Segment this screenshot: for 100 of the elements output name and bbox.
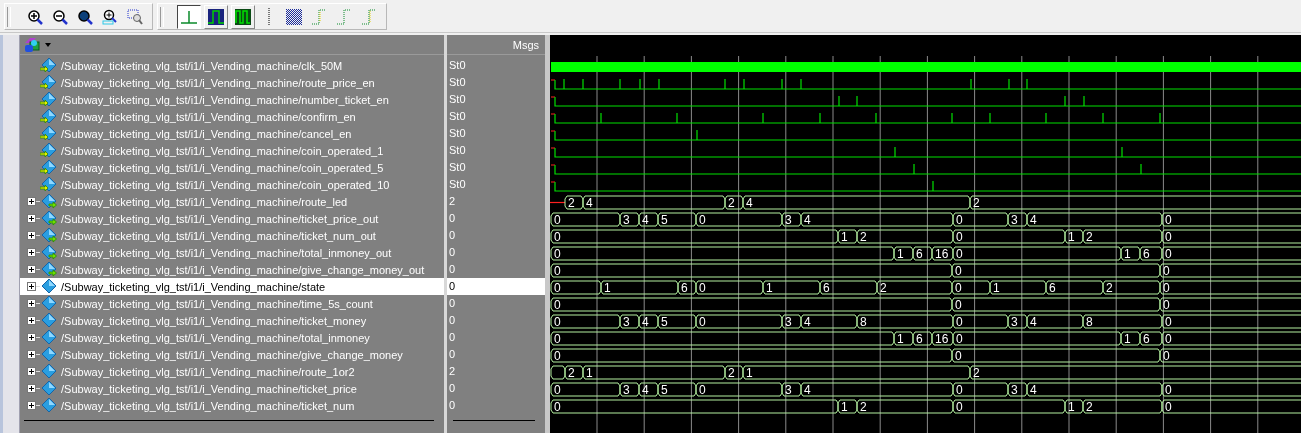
bus-value: 1 <box>993 281 1000 295</box>
bus-value: 5 <box>661 383 668 397</box>
signal-row[interactable]: /Subway_ticketing_vlg_tst/i1/i_Vending_machine/give_change_money <box>20 346 444 363</box>
zoom-in-icon <box>102 8 118 25</box>
signal-row[interactable]: /Subway_ticketing_vlg_tst/i1/i_Vending_machine/ticket_num <box>20 397 444 414</box>
bus-value: 1 <box>766 281 773 295</box>
bus-value: 3 <box>785 315 792 329</box>
diamond-arrow-icon <box>40 143 57 158</box>
signal-value: 0 <box>448 211 457 226</box>
signal-row[interactable]: /Subway_ticketing_vlg_tst/i1/i_Vending_machine/time_5s_count <box>20 295 444 312</box>
signal-row[interactable]: /Subway_ticketing_vlg_tst/i1/i_Vending_machine/number_ticket_en <box>20 91 444 108</box>
layers-icon <box>24 36 42 53</box>
bus-value: 1 <box>1124 247 1131 261</box>
bus-value: 4 <box>642 315 649 329</box>
signal-row[interactable]: /Subway_ticketing_vlg_tst/i1/i_Vending_machine/confirm_en <box>20 108 444 125</box>
signal-row[interactable]: /Subway_ticketing_vlg_tst/i1/i_Vending_machine/coin_operated_1 <box>20 142 444 159</box>
signal-value: St0 <box>448 92 467 107</box>
expand-icon[interactable] <box>27 333 36 342</box>
bus-value: 2 <box>860 400 867 414</box>
signal-row[interactable]: /Subway_ticketing_vlg_tst/i1/i_Vending_machine/ticket_num_out <box>20 227 444 244</box>
expand-icon[interactable] <box>27 214 36 223</box>
expand-icon[interactable] <box>27 384 36 393</box>
diamond-icon <box>40 330 57 345</box>
unknown-value-line <box>550 201 566 204</box>
expand-icon[interactable] <box>27 316 36 325</box>
signal-row[interactable]: /Subway_ticketing_vlg_tst/i1/i_Vending_machine/state <box>20 278 444 295</box>
bus-value: 4 <box>586 196 593 210</box>
bus-value: 8 <box>860 315 867 329</box>
signal-row[interactable]: /Subway_ticketing_vlg_tst/i1/i_Vending_machine/ticket_price <box>20 380 444 397</box>
signal-value: St0 <box>448 160 467 175</box>
bus-value: 2 <box>973 196 980 210</box>
expand-icon[interactable] <box>27 299 36 308</box>
bus-value: 1 <box>1068 230 1075 244</box>
signal-name: /Subway_ticketing_vlg_tst/i1/i_Vending_machine/ticket_price_out <box>61 212 379 225</box>
bus-value: 0 <box>1165 213 1172 227</box>
bus-value: 0 <box>955 349 962 363</box>
expand-icon[interactable] <box>27 367 36 376</box>
dotted-line-icon <box>267 7 271 26</box>
bus-value: 3 <box>1011 383 1018 397</box>
expand-icon[interactable] <box>27 197 36 206</box>
signal-row[interactable]: /Subway_ticketing_vlg_tst/i1/i_Vending_machine/clk_50M <box>20 57 444 74</box>
signal-value: St0 <box>448 58 467 73</box>
bus-value: 0 <box>554 315 561 329</box>
wave-style-button[interactable] <box>177 4 201 29</box>
bus-value: 2 <box>728 196 735 210</box>
signal-row[interactable]: /Subway_ticketing_vlg_tst/i1/i_Vending_machine/total_inmoney <box>20 329 444 346</box>
bus-value: 0 <box>554 213 561 227</box>
bus-value: 0 <box>554 332 561 346</box>
signal-row[interactable]: /Subway_ticketing_vlg_tst/i1/i_Vending_machine/route_price_en <box>20 74 444 91</box>
signal-value: 0 <box>448 381 457 396</box>
diamond-arrow-icon <box>40 262 57 277</box>
expand-icon[interactable] <box>27 248 36 257</box>
signal-row[interactable]: /Subway_ticketing_vlg_tst/i1/i_Vending_machine/total_inmoney_out <box>20 244 444 261</box>
bus-value: 0 <box>554 349 561 363</box>
signal-row[interactable]: /Subway_ticketing_vlg_tst/i1/i_Vending_machine/route_1or2 <box>20 363 444 380</box>
bus-value: 1 <box>1068 400 1075 414</box>
signal-name: /Subway_ticketing_vlg_tst/i1/i_Vending_machine/state <box>61 280 326 293</box>
bus-value: 2 <box>1086 230 1093 244</box>
diamond-arrow-icon <box>40 58 57 73</box>
bus-value: 0 <box>1163 264 1170 278</box>
bus-value: 6 <box>1143 332 1150 346</box>
bus-value: 3 <box>623 383 630 397</box>
signal-row[interactable]: /Subway_ticketing_vlg_tst/i1/i_Vending_machine/route_led <box>20 193 444 210</box>
signal-value: 2 <box>448 364 457 379</box>
bus-value: 0 <box>554 383 561 397</box>
dotted-magnifier-icon <box>127 8 143 25</box>
expand-icon[interactable] <box>27 265 36 274</box>
diamond-icon <box>40 279 57 294</box>
signal-name: /Subway_ticketing_vlg_tst/i1/i_Vending_machine/confirm_en <box>61 110 356 123</box>
bus-value: 0 <box>699 281 706 295</box>
expand-icon[interactable] <box>27 231 36 240</box>
signal-value: 0 <box>447 278 545 295</box>
signal-row[interactable]: /Subway_ticketing_vlg_tst/i1/i_Vending_machine/coin_operated_5 <box>20 159 444 176</box>
expand-icon[interactable] <box>27 401 36 410</box>
bus-value: 2 <box>973 366 980 380</box>
signal-value: St0 <box>448 177 467 192</box>
signal-name: /Subway_ticketing_vlg_tst/i1/i_Vending_machine/coin_operated_5 <box>61 161 384 174</box>
bus-value: 1 <box>841 230 848 244</box>
diamond-arrow-icon <box>40 177 57 192</box>
bus-value: 2 <box>568 366 575 380</box>
bus-value: 0 <box>1163 281 1170 295</box>
signal-row[interactable]: /Subway_ticketing_vlg_tst/i1/i_Vending_machine/cancel_en <box>20 125 444 142</box>
signal-row[interactable]: /Subway_ticketing_vlg_tst/i1/i_Vending_machine/ticket_price_out <box>20 210 444 227</box>
bus-value: 4 <box>642 213 649 227</box>
signal-value: 0 <box>448 228 457 243</box>
bus-value: 2 <box>1086 400 1093 414</box>
bus-value: 1 <box>746 366 753 380</box>
signal-row[interactable]: /Subway_ticketing_vlg_tst/i1/i_Vending_machine/ticket_money <box>20 312 444 329</box>
signal-name: /Subway_ticketing_vlg_tst/i1/i_Vending_machine/clk_50M <box>61 59 343 72</box>
expand-icon[interactable] <box>27 350 36 359</box>
expand-icon[interactable] <box>27 282 36 291</box>
bus-value: 3 <box>785 213 792 227</box>
signal-row[interactable]: /Subway_ticketing_vlg_tst/i1/i_Vending_machine/give_change_money_out <box>20 261 444 278</box>
bus-value: 0 <box>955 264 962 278</box>
signal-value: St0 <box>448 109 467 124</box>
zoom-out-icon <box>52 8 68 25</box>
signal-name: /Subway_ticketing_vlg_tst/i1/i_Vending_machine/route_1or2 <box>61 365 355 378</box>
signal-value: 0 <box>448 347 457 362</box>
double-pulse-icon <box>234 7 252 26</box>
signal-row[interactable]: /Subway_ticketing_vlg_tst/i1/i_Vending_machine/coin_operated_10 <box>20 176 444 193</box>
